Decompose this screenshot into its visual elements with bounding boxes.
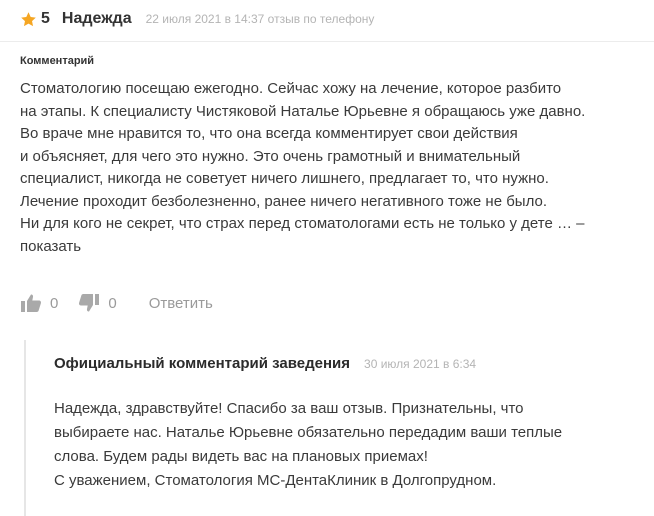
author-name[interactable]: Надежда	[62, 10, 132, 28]
thumbs-up-icon	[21, 294, 42, 312]
official-reply-text: Надежда, здравствуйте! Спасибо за ваш от…	[54, 397, 644, 493]
review-card: 5 Надежда 22 июля 2021 в 14:37 отзыв по …	[0, 0, 654, 516]
review-text: Стоматологию посещаю ежегодно. Сейчас хо…	[20, 78, 638, 258]
review-text-line: на этапы. К специалисту Чистяковой Натал…	[20, 102, 586, 120]
official-reply-line: выбираете нас. Наталье Юрьевне обязатель…	[54, 424, 563, 441]
official-reply-line: С уважением, Стоматология МС-ДентаКлиник…	[54, 472, 497, 489]
comment-section-label: Комментарий	[20, 55, 95, 67]
official-reply-line: слова. Будем рады видеть вас на плановых…	[54, 448, 428, 465]
like-count: 0	[50, 294, 59, 312]
dislike-count: 0	[108, 294, 117, 312]
review-actions: 0 0 Ответить	[20, 292, 213, 314]
official-reply-header: Официальный комментарий заведения 30 июл…	[54, 355, 476, 372]
review-text-line: Лечение проходит безболезненно, ранее ни…	[20, 192, 548, 210]
review-meta: 22 июля 2021 в 14:37 отзыв по телефону	[145, 12, 375, 26]
show-more-link[interactable]: показать	[20, 236, 638, 259]
thumbs-down-icon	[79, 294, 100, 312]
reply-button[interactable]: Ответить	[149, 295, 213, 312]
header-divider	[0, 41, 654, 42]
review-header: 5 Надежда 22 июля 2021 в 14:37 отзыв по …	[20, 8, 374, 30]
official-reply: Официальный комментарий заведения 30 июл…	[24, 340, 654, 516]
review-text-line: Ни для кого не секрет, что страх перед с…	[20, 215, 585, 232]
official-reply-title: Официальный комментарий заведения	[54, 355, 351, 372]
official-reply-line: Надежда, здравствуйте! Спасибо за ваш от…	[54, 400, 524, 417]
review-text-line: и объясняет, для чего это нужно. Это оче…	[20, 147, 521, 165]
rating-value: 5	[41, 10, 50, 27]
official-reply-date: 30 июля 2021 в 6:34	[364, 356, 477, 371]
dislike-button[interactable]: 0	[78, 293, 136, 313]
review-text-line: Во враче мне нравится то, что она всегда…	[20, 125, 518, 142]
review-text-line: Стоматологию посещаю ежегодно. Сейчас хо…	[20, 80, 562, 97]
like-button[interactable]: 0	[20, 293, 78, 313]
star-icon	[21, 11, 36, 26]
review-text-line: специалист, никогда не советует ничего л…	[20, 170, 549, 187]
